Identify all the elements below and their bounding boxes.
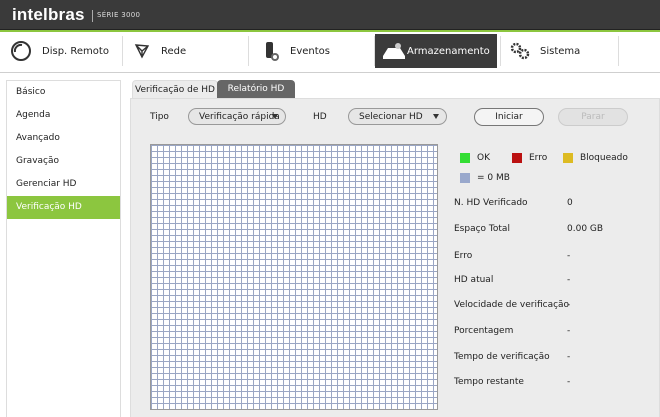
error-swatch <box>512 153 522 163</box>
logo-divider <box>92 10 93 22</box>
sidebar-item-agenda[interactable]: Agenda <box>7 104 120 127</box>
remote-device-icon <box>10 40 32 62</box>
stop-button[interactable]: Parar <box>558 108 628 126</box>
tab-label: Rede <box>161 45 187 57</box>
sidebar-item-avancado[interactable]: Avançado <box>7 127 120 150</box>
tab-divider <box>500 36 501 66</box>
tab-relatorio-hd[interactable]: Relatório HD <box>217 80 295 99</box>
legend-error-label: Erro <box>529 153 548 163</box>
sidebar-item-basico[interactable]: Básico <box>7 81 120 104</box>
info-value-tempo-restante: - <box>567 377 571 387</box>
legend-block-size-label: = 0 MB <box>477 173 510 183</box>
block-swatch <box>460 173 470 183</box>
hd-select[interactable]: Selecionar HD <box>348 108 447 125</box>
info-label-tempo-restante: Tempo restante <box>454 377 524 387</box>
info-value-hd-atual: - <box>567 275 571 285</box>
tab-label: Disp. Remoto <box>42 45 109 57</box>
sidebar-item-verificacao-hd[interactable]: Verificação HD <box>7 196 120 219</box>
gears-icon <box>510 42 530 60</box>
tab-verificacao-hd[interactable]: Verificação de HD <box>132 80 218 100</box>
info-value-tempo-verificacao: - <box>567 352 571 362</box>
tipo-select-value: Verificação rápida <box>199 111 280 122</box>
tab-divider <box>122 36 123 66</box>
hd-label: HD <box>313 112 327 122</box>
hd-block-map <box>150 144 438 410</box>
main-nav: Disp. Remoto Rede Eventos Armazenamento … <box>0 30 660 73</box>
info-label-hd-atual: HD atual <box>454 275 494 285</box>
chevron-down-icon <box>433 114 439 119</box>
sidebar-item-gravacao[interactable]: Gravação <box>7 150 120 173</box>
top-bar: intelbras SÉRIE 3000 <box>0 0 660 30</box>
info-label-velocidade: Velocidade de verificação <box>454 300 570 310</box>
info-value-erro: - <box>567 251 571 261</box>
legend-blocked-label: Bloqueado <box>580 153 628 163</box>
info-value-hd-verificado: 0 <box>567 198 573 208</box>
legend-block-size: = 0 MB <box>460 173 510 183</box>
legend-blocked: Bloqueado <box>563 153 628 163</box>
sidebar-item-gerenciar-hd[interactable]: Gerenciar HD <box>7 173 120 196</box>
hd-select-value: Selecionar HD <box>359 111 423 122</box>
storage-icon <box>381 42 407 60</box>
legend-error: Erro <box>512 153 547 163</box>
tab-remote-devices[interactable]: Disp. Remoto <box>10 34 120 68</box>
tab-label: Eventos <box>290 45 330 57</box>
sidebar: Básico Agenda Avançado Gravação Gerencia… <box>6 80 121 417</box>
tab-network[interactable]: Rede <box>133 34 243 68</box>
info-value-porcentagem: - <box>567 326 571 336</box>
tab-system[interactable]: Sistema <box>510 34 620 68</box>
ok-swatch <box>460 153 470 163</box>
tipo-select[interactable]: Verificação rápida <box>188 108 286 125</box>
info-value-velocidade: - <box>567 300 571 310</box>
brand-logo: intelbras <box>12 5 85 24</box>
chevron-down-icon <box>272 114 278 119</box>
info-label-tempo-verificacao: Tempo de verificação <box>454 352 550 362</box>
tab-label: Sistema <box>540 45 581 57</box>
legend-ok: OK <box>460 153 490 163</box>
tab-storage[interactable]: Armazenamento <box>375 34 497 68</box>
tab-divider <box>618 36 619 66</box>
info-value-espaco-total: 0.00 GB <box>567 224 604 234</box>
tab-label: Armazenamento <box>407 45 490 57</box>
info-label-espaco-total: Espaço Total <box>454 224 510 234</box>
brand-series: SÉRIE 3000 <box>97 11 141 19</box>
events-icon <box>262 40 280 62</box>
blocked-swatch <box>563 153 573 163</box>
tab-divider <box>248 36 249 66</box>
start-button[interactable]: Iniciar <box>474 108 544 126</box>
legend-ok-label: OK <box>477 153 490 163</box>
tipo-label: Tipo <box>150 112 169 122</box>
info-label-hd-verificado: N. HD Verificado <box>454 198 528 208</box>
info-label-erro: Erro <box>454 251 473 261</box>
tab-events[interactable]: Eventos <box>262 34 372 68</box>
network-icon <box>133 42 151 60</box>
info-label-porcentagem: Porcentagem <box>454 326 514 336</box>
